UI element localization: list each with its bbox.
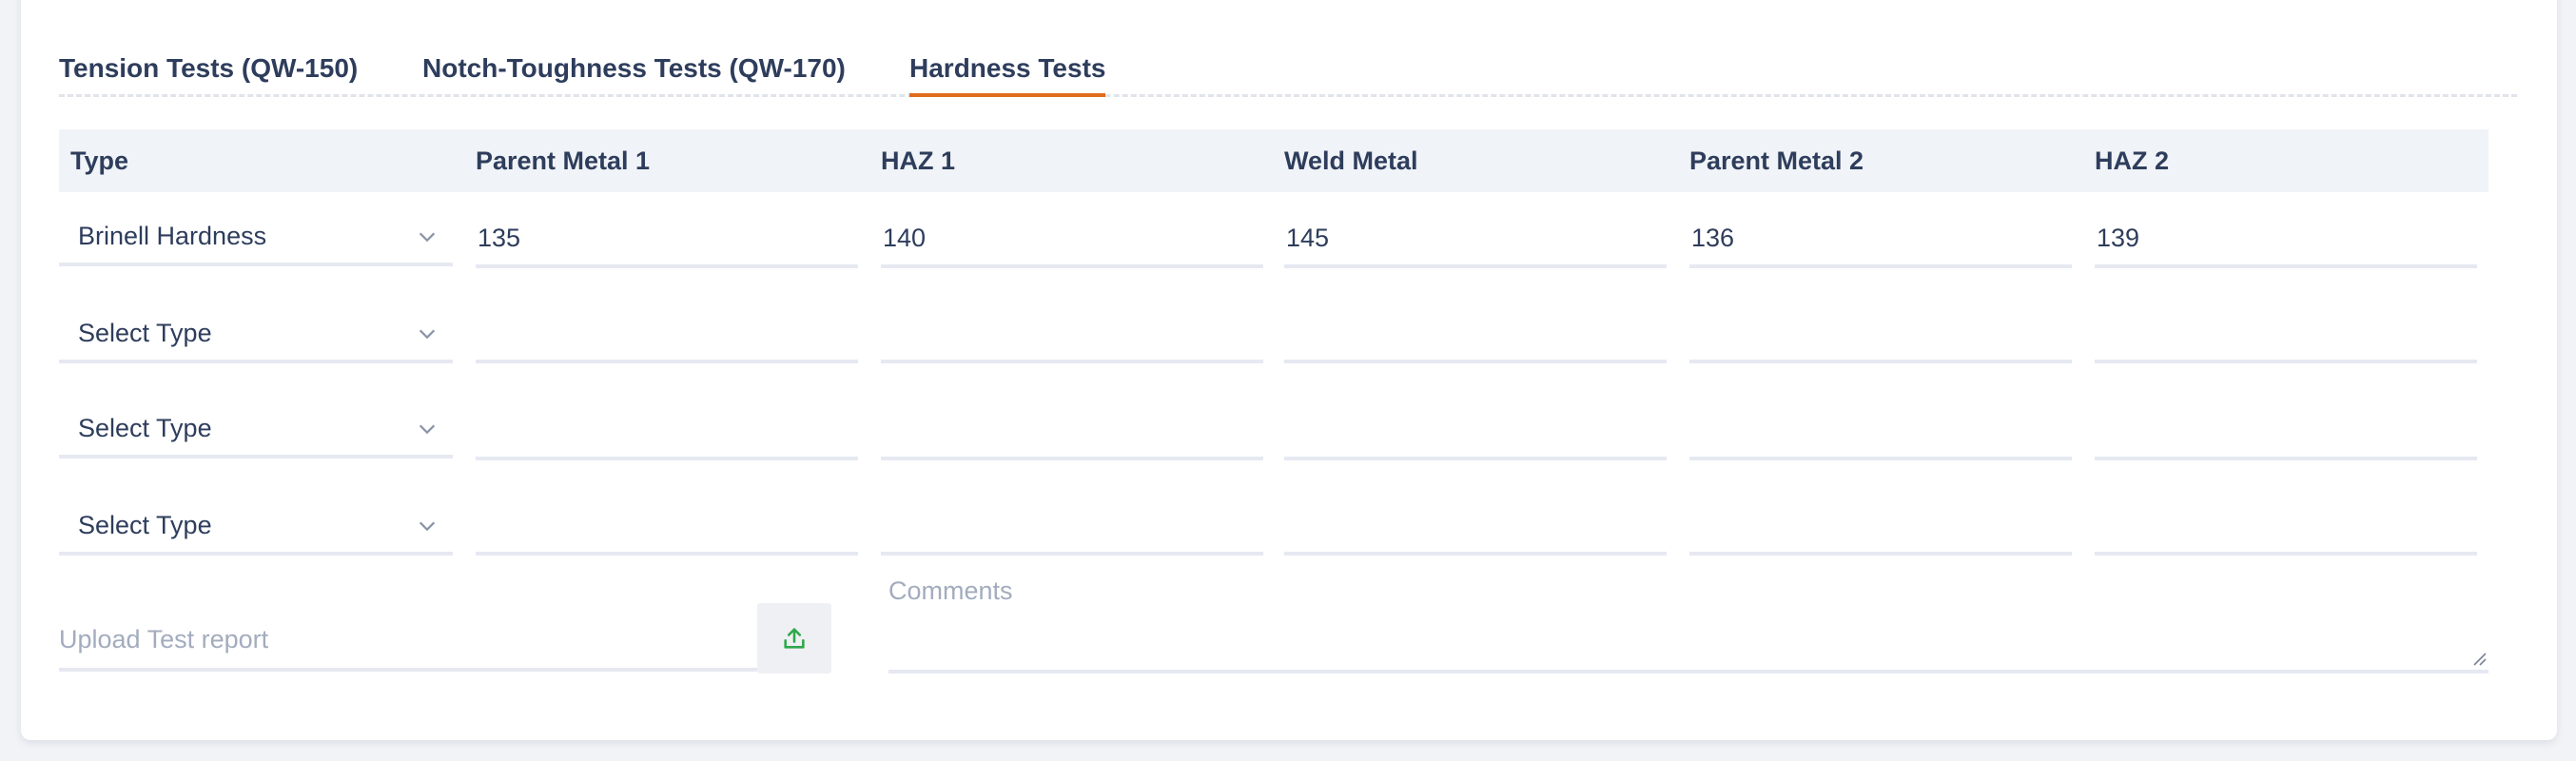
comments-textarea[interactable]: Comments xyxy=(888,567,2488,673)
haz-2-input[interactable] xyxy=(2095,409,2477,460)
haz-1-input[interactable] xyxy=(881,312,1263,363)
parent-metal-1-input[interactable] xyxy=(476,312,858,363)
type-select-value: Select Type xyxy=(78,414,212,442)
parent-metal-2-input[interactable] xyxy=(1689,409,2072,460)
weld-metal-input[interactable] xyxy=(1284,312,1667,363)
type-select-value: Brinell Hardness xyxy=(78,222,267,250)
haz-1-input[interactable] xyxy=(881,504,1263,556)
weld-metal-input[interactable] xyxy=(1284,504,1667,556)
type-select[interactable]: Select Type xyxy=(59,312,453,363)
type-select[interactable]: Select Type xyxy=(59,407,453,459)
parent-metal-1-input[interactable] xyxy=(476,409,858,460)
tab-tension-tests[interactable]: Tension Tests (QW-150) xyxy=(59,46,358,97)
type-select-value: Select Type xyxy=(78,319,212,347)
type-select-value: Select Type xyxy=(78,511,212,539)
parent-metal-1-input[interactable] xyxy=(476,504,858,556)
chevron-down-icon xyxy=(419,521,436,532)
parent-metal-2-input[interactable] xyxy=(1689,504,2072,556)
column-header-parent-metal-1: Parent Metal 1 xyxy=(476,146,651,175)
column-header-haz-1: HAZ 1 xyxy=(881,146,956,175)
column-header-haz-2: HAZ 2 xyxy=(2095,146,2170,175)
table-header: Type Parent Metal 1 HAZ 1 Weld Metal Par… xyxy=(59,129,2488,192)
tab-hardness-tests[interactable]: Hardness Tests xyxy=(909,46,1106,97)
resize-handle-icon[interactable] xyxy=(2471,651,2487,666)
column-header-weld-metal: Weld Metal xyxy=(1284,146,1418,175)
upload-test-report-field[interactable]: Upload Test report xyxy=(59,599,757,672)
tab-notch-toughness-tests[interactable]: Notch-Toughness Tests (QW-170) xyxy=(422,46,846,97)
chevron-down-icon xyxy=(419,329,436,340)
parent-metal-1-input[interactable]: 135 xyxy=(476,217,858,268)
type-select[interactable]: Select Type xyxy=(59,504,453,556)
weld-metal-input[interactable]: 145 xyxy=(1284,217,1667,268)
test-tabs: Tension Tests (QW-150) Notch-Toughness T… xyxy=(59,19,2517,97)
chevron-down-icon xyxy=(419,232,436,243)
haz-1-input[interactable]: 140 xyxy=(881,217,1263,268)
haz-1-input[interactable] xyxy=(881,409,1263,460)
parent-metal-2-input[interactable] xyxy=(1689,312,2072,363)
comments-placeholder: Comments xyxy=(888,576,1013,605)
upload-icon xyxy=(784,628,805,649)
column-header-type: Type xyxy=(70,146,129,175)
haz-2-input[interactable]: 139 xyxy=(2095,217,2477,268)
type-select[interactable]: Brinell Hardness xyxy=(59,215,453,266)
haz-2-input[interactable] xyxy=(2095,504,2477,556)
column-header-parent-metal-2: Parent Metal 2 xyxy=(1689,146,1864,175)
upload-button[interactable] xyxy=(757,603,831,673)
weld-metal-input[interactable] xyxy=(1284,409,1667,460)
haz-2-input[interactable] xyxy=(2095,312,2477,363)
chevron-down-icon xyxy=(419,424,436,435)
parent-metal-2-input[interactable]: 136 xyxy=(1689,217,2072,268)
